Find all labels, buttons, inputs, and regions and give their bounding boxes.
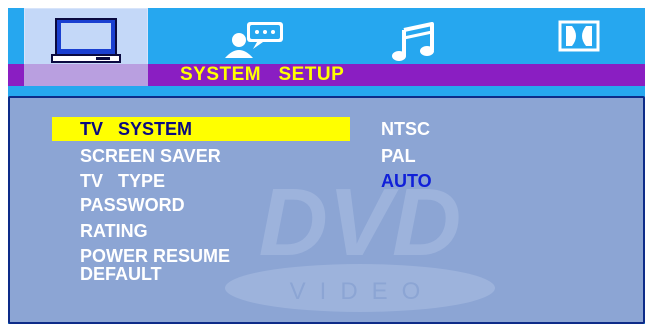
page-title: SYSTEM SETUP — [180, 64, 345, 85]
screen-frame: SYSTEM SETUP DVD VIDEO TV SYSTEM SCREEN … — [0, 0, 653, 331]
menu-item-screen-saver[interactable]: SCREEN SAVER — [52, 144, 221, 168]
dolby-icon — [542, 16, 614, 69]
menu-item-tv-type[interactable]: TV TYPE — [52, 169, 165, 193]
person-speech-icon — [217, 16, 289, 69]
setup-menu-window: SYSTEM SETUP DVD VIDEO TV SYSTEM SCREEN … — [8, 8, 645, 324]
menu-item-rating[interactable]: RATING — [52, 219, 148, 243]
active-tab-extension — [24, 64, 148, 86]
title-bar: SYSTEM SETUP — [8, 64, 645, 86]
option-pal[interactable]: PAL — [381, 144, 416, 168]
tv-monitor-icon — [50, 16, 122, 69]
option-ntsc[interactable]: NTSC — [381, 117, 430, 141]
menu-item-tv-system[interactable]: TV SYSTEM — [52, 117, 350, 141]
option-auto[interactable]: AUTO — [381, 169, 432, 193]
menu-item-password[interactable]: PASSWORD — [52, 193, 185, 217]
music-note-icon — [382, 16, 454, 69]
menu-item-default[interactable]: DEFAULT — [52, 262, 162, 286]
settings-panel: DVD VIDEO TV SYSTEM SCREEN SAVER TV TYPE… — [8, 96, 645, 324]
settings-menu: TV SYSTEM SCREEN SAVER TV TYPE PASSWORD … — [10, 98, 643, 322]
